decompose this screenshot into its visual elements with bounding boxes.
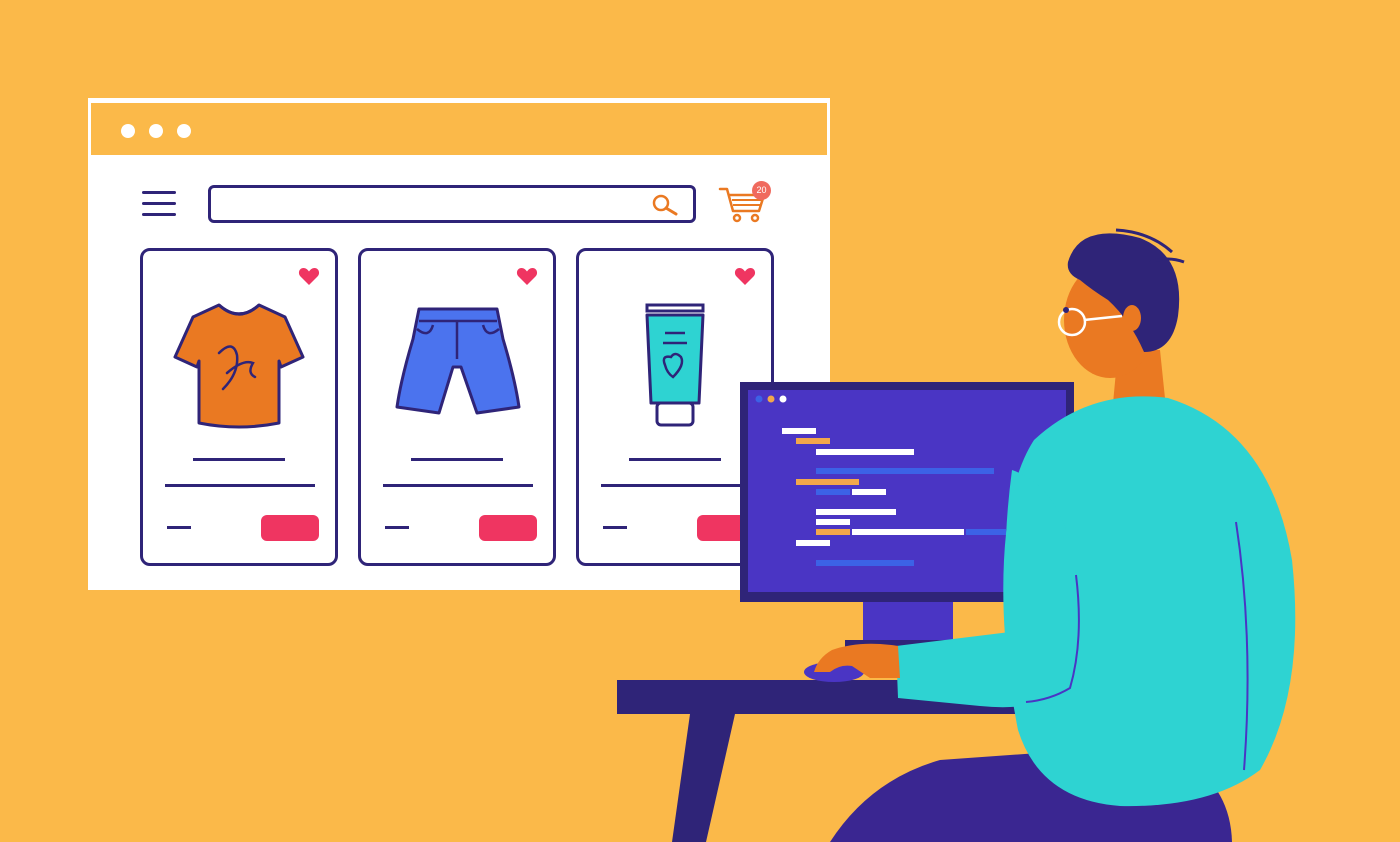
developer-illustration [617,228,1296,842]
scene-background: 20 [0,0,1400,842]
monitor-window-dot [779,395,787,403]
desk-leg [672,714,735,842]
monitor-window-dot [767,395,775,403]
monitor-window-dot [755,395,763,403]
